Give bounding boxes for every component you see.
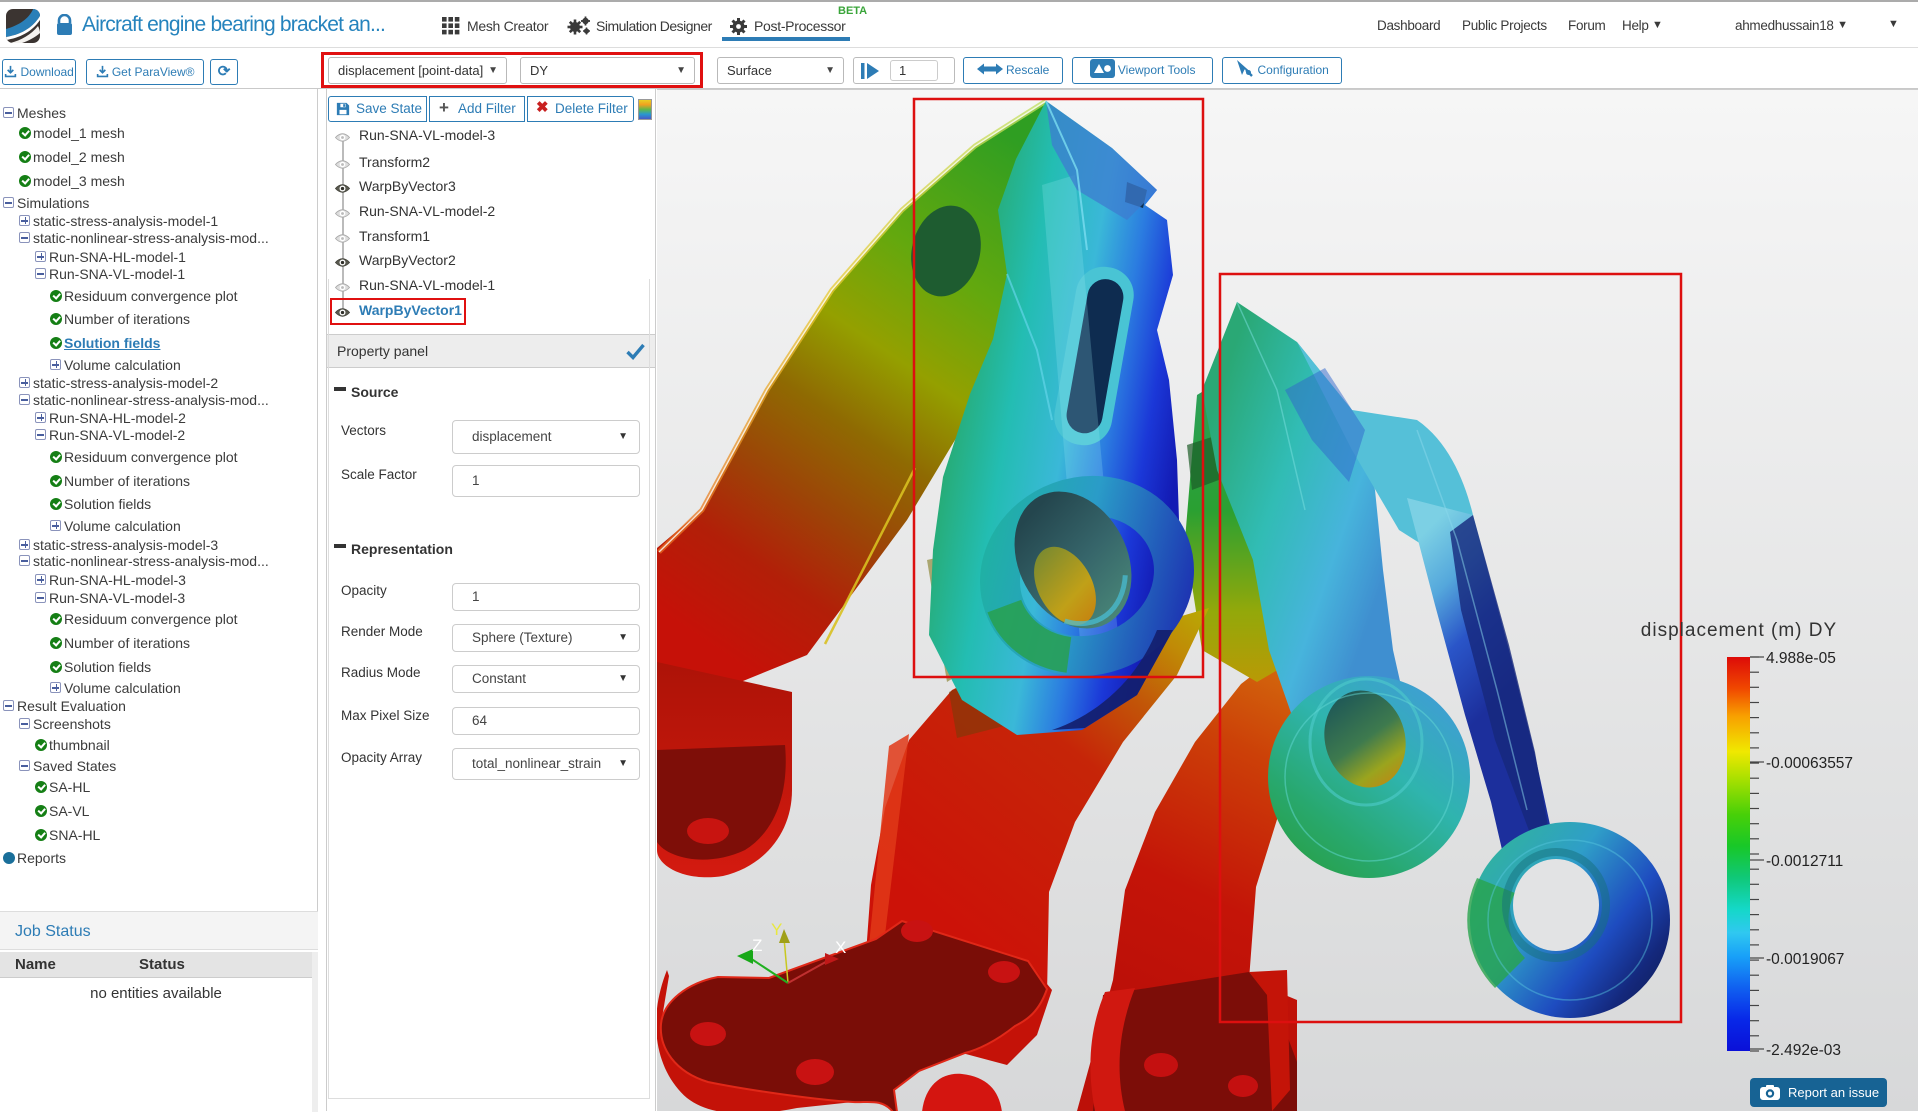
svg-text:-0.00063557: -0.00063557 [1766, 755, 1853, 772]
svg-text:-2.492e-03: -2.492e-03 [1766, 1042, 1841, 1059]
svg-text:4.988e-05: 4.988e-05 [1766, 650, 1836, 667]
svg-text:Y: Y [771, 920, 782, 939]
svg-text:displacement (m) DY: displacement (m) DY [1641, 620, 1837, 641]
svg-text:Z: Z [752, 936, 762, 955]
svg-text:-0.0012711: -0.0012711 [1766, 853, 1843, 870]
svg-text:-0.0019067: -0.0019067 [1766, 951, 1844, 968]
svg-text:X: X [835, 938, 846, 957]
